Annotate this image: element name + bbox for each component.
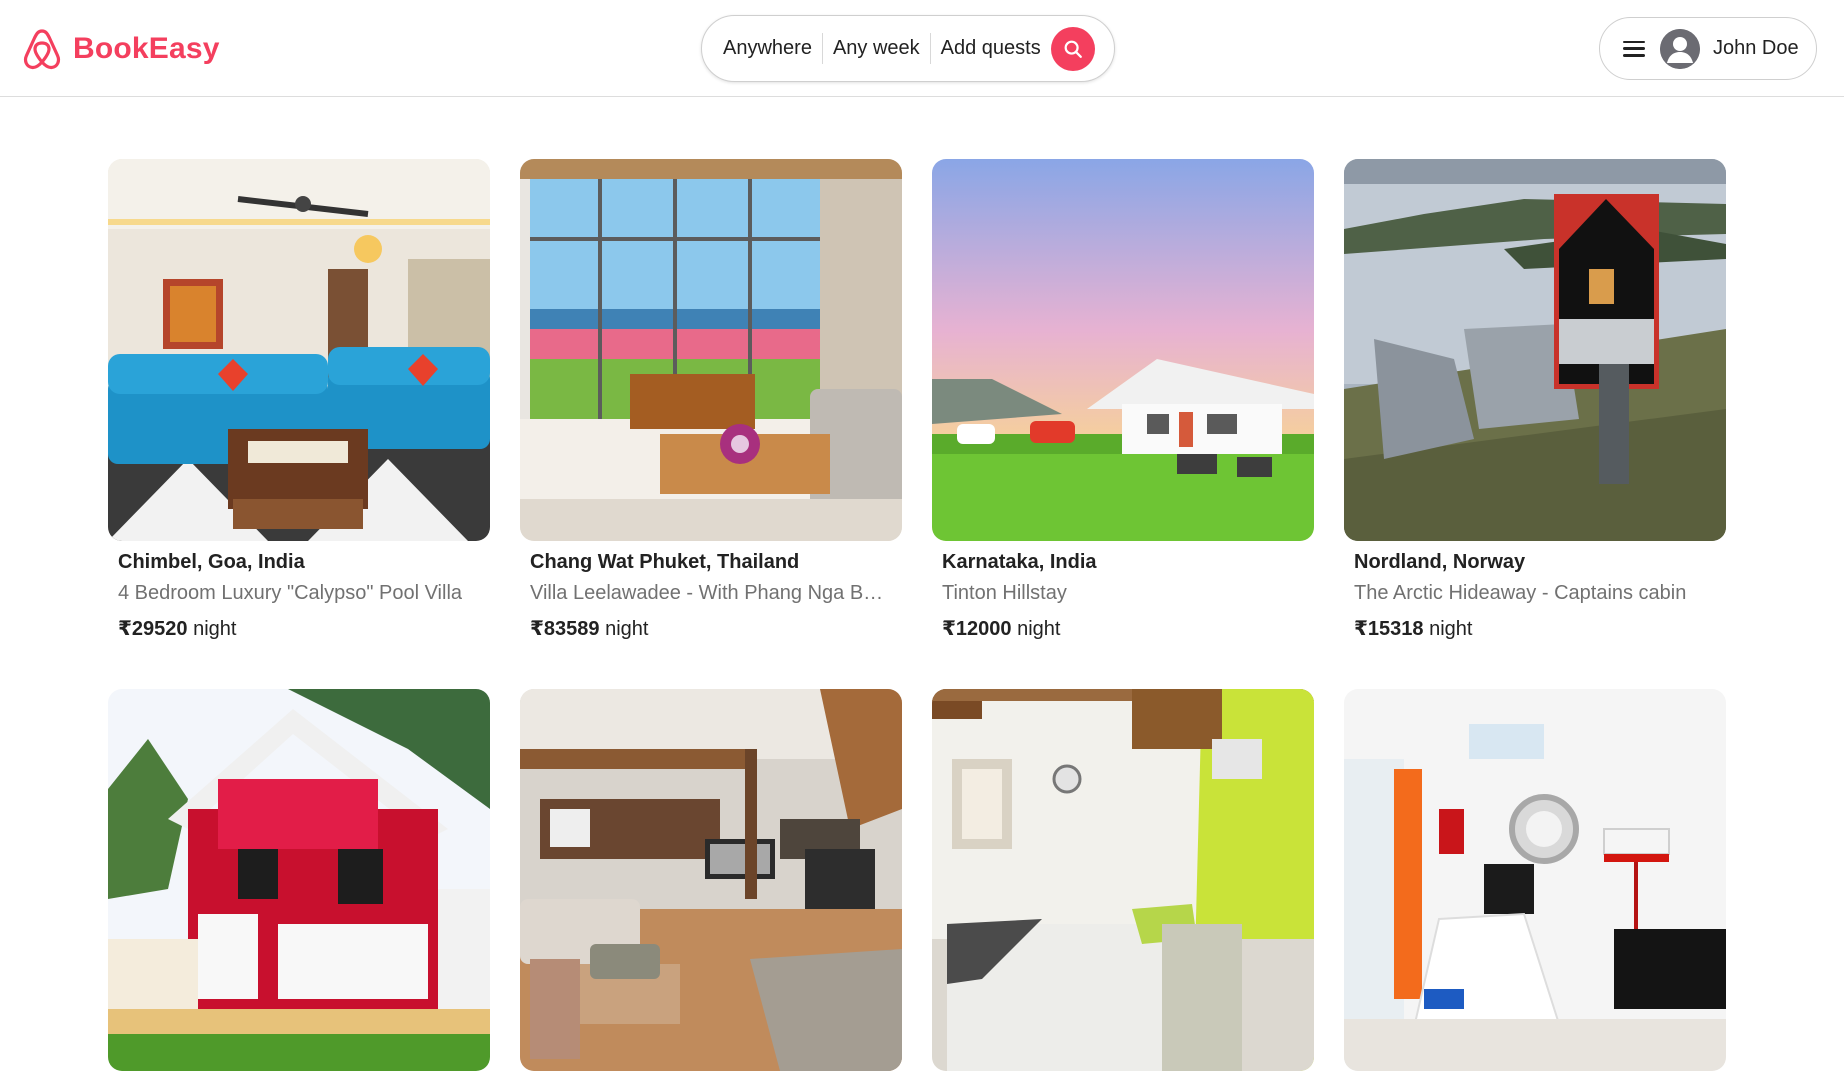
price-amount: ₹12000 (942, 618, 1012, 640)
listing-photo[interactable] (932, 159, 1314, 541)
listing-photo[interactable] (1344, 689, 1726, 1071)
listing-title: Tinton Hillstay (942, 582, 1067, 604)
search-bar[interactable]: Anywhere Any week Add quests (701, 15, 1115, 82)
listing-price: ₹15318 night (1354, 616, 1726, 641)
listing-location: Nordland, Norway (1354, 551, 1526, 573)
listings-grid: Chimbel, Goa, India 4 Bedroom Luxury "Ca… (108, 159, 1728, 1071)
price-amount: ₹15318 (1354, 618, 1424, 640)
brand-logo[interactable]: BookEasy (22, 27, 220, 71)
user-menu-button[interactable]: John Doe (1599, 17, 1817, 80)
search-where[interactable]: Anywhere (723, 37, 812, 60)
price-amount: ₹29520 (118, 618, 188, 640)
search-icon (1062, 38, 1084, 60)
listing-price: ₹12000 night (942, 616, 1314, 641)
listing-card[interactable]: Chimbel, Goa, India 4 Bedroom Luxury "Ca… (108, 159, 490, 641)
user-avatar-icon (1660, 28, 1700, 69)
listing-photo[interactable] (932, 689, 1314, 1071)
price-unit: night (605, 618, 649, 640)
price-unit: night (1429, 618, 1473, 640)
hamburger-menu-icon (1623, 40, 1645, 57)
listing-title: 4 Bedroom Luxury "Calypso" Pool Villa (118, 582, 463, 604)
listing-photo[interactable] (108, 159, 490, 541)
top-navbar: BookEasy Anywhere Any week Add quests Jo… (0, 0, 1844, 97)
listing-card[interactable]: Karnataka, India Tinton Hillstay ₹12000 … (932, 159, 1314, 641)
search-guests[interactable]: Add quests (941, 37, 1041, 60)
listing-price: ₹29520 night (118, 616, 490, 641)
listing-photo[interactable] (1344, 159, 1726, 541)
price-amount: ₹83589 (530, 618, 600, 640)
listing-price: ₹83589 night (530, 616, 902, 641)
listing-photo[interactable] (520, 159, 902, 541)
airbnb-logo-icon (22, 27, 62, 71)
listing-title: The Arctic Hideaway - Captains cabin (1354, 582, 1687, 604)
search-button[interactable] (1050, 26, 1095, 71)
listing-card[interactable] (520, 689, 902, 1071)
listing-location: Chang Wat Phuket, Thailand (530, 551, 800, 573)
search-when[interactable]: Any week (833, 37, 920, 60)
brand-name: BookEasy (73, 32, 220, 65)
user-name: John Doe (1713, 37, 1799, 59)
price-unit: night (1017, 618, 1061, 640)
listing-card[interactable]: Chang Wat Phuket, Thailand Villa Leelawa… (520, 159, 902, 641)
divider (929, 33, 931, 64)
listing-location: Karnataka, India (942, 551, 1097, 573)
listing-photo[interactable] (520, 689, 902, 1071)
listing-card[interactable] (1344, 689, 1726, 1071)
listing-photo[interactable] (108, 689, 490, 1071)
listing-location: Chimbel, Goa, India (118, 551, 305, 573)
listing-title: Villa Leelawadee - With Phang Nga Bay Vi… (530, 582, 892, 604)
price-unit: night (193, 618, 237, 640)
listing-card[interactable] (932, 689, 1314, 1071)
listing-card[interactable] (108, 689, 490, 1071)
listing-card[interactable]: Nordland, Norway The Arctic Hideaway - C… (1344, 159, 1726, 641)
divider (821, 33, 823, 64)
